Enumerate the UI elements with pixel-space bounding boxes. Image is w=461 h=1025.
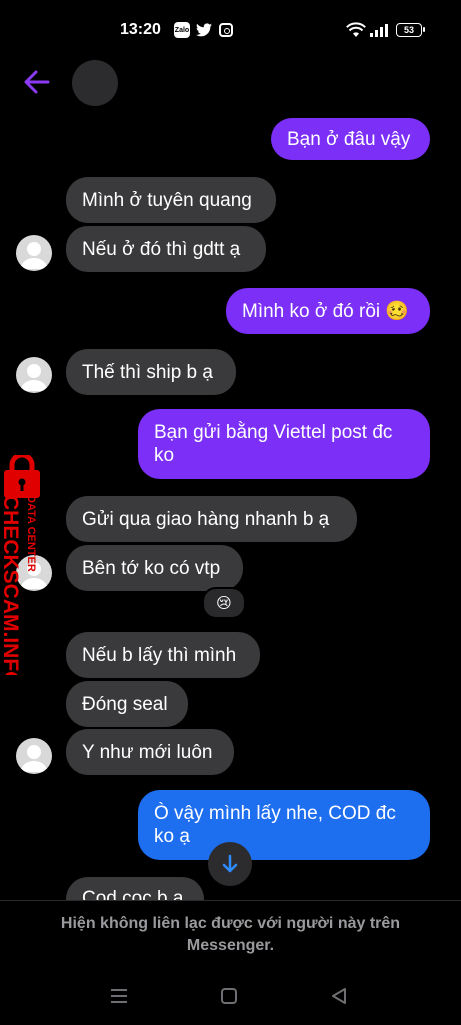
message-in[interactable]: Nếu ở đó thì gdtt ạ: [66, 226, 266, 272]
battery-icon: 53: [396, 23, 425, 37]
message-in[interactable]: Thế thì ship b ạ: [66, 349, 236, 395]
message-out[interactable]: Ò vậy mình lấy nhe, COD đc ko ạ: [138, 790, 430, 860]
scroll-down-button[interactable]: [208, 842, 252, 886]
instagram-icon: [219, 23, 233, 37]
menu-icon[interactable]: [107, 985, 131, 1007]
message-out[interactable]: Mình ko ở đó rồi 🥴: [226, 288, 430, 334]
message-in[interactable]: Nếu b lấy thì mình: [66, 632, 260, 678]
twitter-icon: [196, 22, 212, 38]
arrow-left-icon: [24, 70, 50, 94]
message-in[interactable]: Bên tớ ko có vtp: [66, 545, 243, 591]
message-out[interactable]: Bạn ở đâu vậy: [271, 118, 430, 160]
message-in[interactable]: Gửi qua giao hàng nhanh b ạ: [66, 496, 357, 542]
status-time: 13:20: [120, 21, 161, 38]
wifi-icon: [346, 22, 366, 43]
svg-text:CHECKSCAM.INFO: CHECKSCAM.INFO: [0, 495, 22, 675]
message-in[interactable]: Mình ở tuyên quang: [66, 177, 276, 223]
checkscam-watermark: CHECKSCAM.INFO DATA CENTER: [0, 452, 50, 688]
contact-avatar[interactable]: [72, 60, 118, 106]
signal-icon: [369, 22, 389, 43]
sender-avatar[interactable]: [16, 357, 52, 393]
arrow-down-icon: [222, 854, 238, 873]
svg-text:DATA CENTER: DATA CENTER: [25, 495, 37, 572]
sender-avatar[interactable]: [16, 738, 52, 774]
crying-face-reaction[interactable]: 😢: [202, 587, 246, 619]
home-square-icon[interactable]: [217, 985, 241, 1007]
sender-avatar[interactable]: [16, 235, 52, 271]
message-in[interactable]: Đóng seal: [66, 681, 188, 727]
message-out[interactable]: Bạn gửi bằng Viettel post đc ko: [138, 409, 430, 479]
zalo-icon: Zalo: [174, 22, 190, 38]
message-in[interactable]: Y như mới luôn: [66, 729, 234, 775]
unavailable-notice: Hiện không liên lạc được với người này t…: [60, 915, 401, 954]
back-button[interactable]: [22, 66, 52, 98]
back-triangle-icon[interactable]: [327, 985, 351, 1007]
